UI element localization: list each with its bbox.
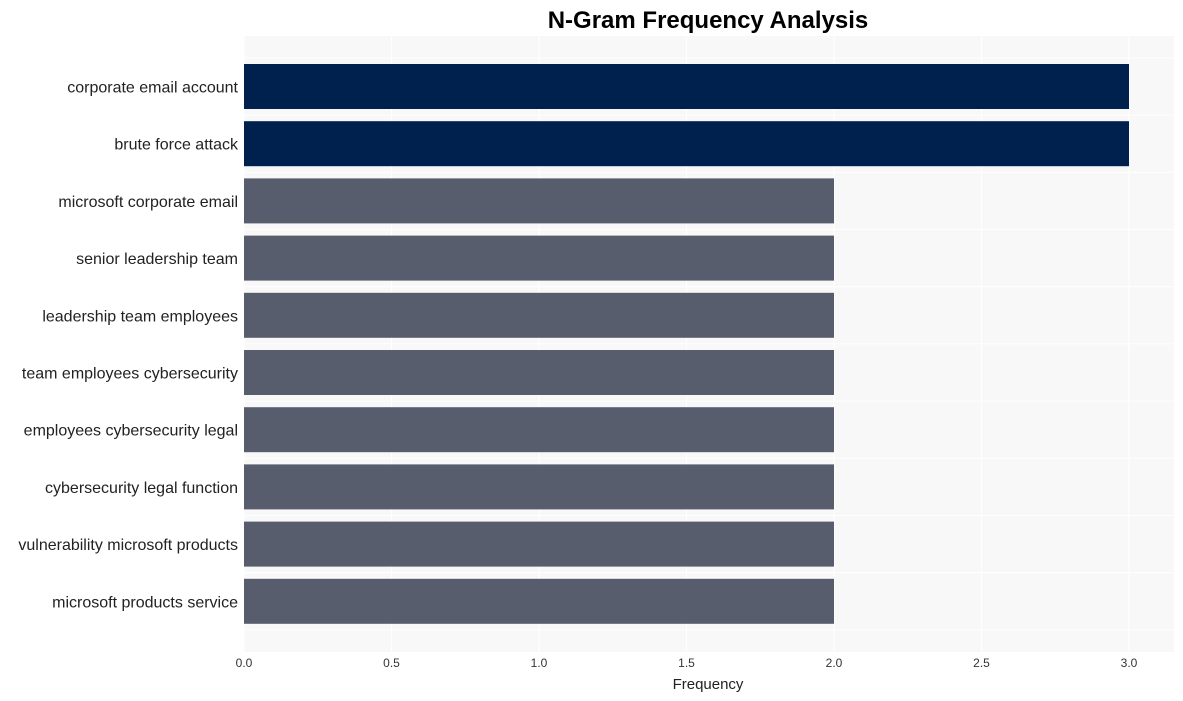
ngram-chart: corporate email account brute force attac… [18,7,1174,693]
bar [244,578,834,624]
bar [244,235,834,281]
x-tick-label: 2.5 [973,656,990,670]
x-tick-label: 2.0 [826,656,843,670]
y-tick-label: microsoft corporate email [58,194,238,211]
y-tick-label: leadership team employees [42,308,238,325]
chart-title: N-Gram Frequency Analysis [548,7,869,34]
bar [244,64,1129,109]
bar [244,292,834,338]
bar [244,350,834,395]
y-tick-label: cybersecurity legal function [45,480,238,497]
x-tick-label: 1.5 [678,656,695,670]
bar [244,178,834,224]
y-tick-label: employees cybersecurity legal [24,423,238,440]
x-tick-label: 3.0 [1121,656,1138,670]
y-axis-labels: corporate email account brute force attac… [18,80,239,612]
x-tick-label: 1.0 [531,656,548,670]
x-tick-label: 0.0 [236,656,253,670]
y-tick-label: vulnerability microsoft products [18,537,238,554]
x-tick-label: 0.5 [383,656,400,670]
y-tick-label: team employees cybersecurity [22,366,238,383]
y-tick-label: microsoft products service [52,594,238,611]
y-tick-label: brute force attack [114,137,239,154]
bar [244,464,834,510]
bar [244,121,1129,167]
y-tick-label: corporate email account [67,80,238,97]
bar [244,407,834,453]
x-axis-label: Frequency [673,676,744,693]
x-axis-ticks: 0.0 0.5 1.0 1.5 2.0 2.5 3.0 [236,656,1138,670]
y-tick-label: senior leadership team [76,251,238,268]
bar [244,521,834,567]
